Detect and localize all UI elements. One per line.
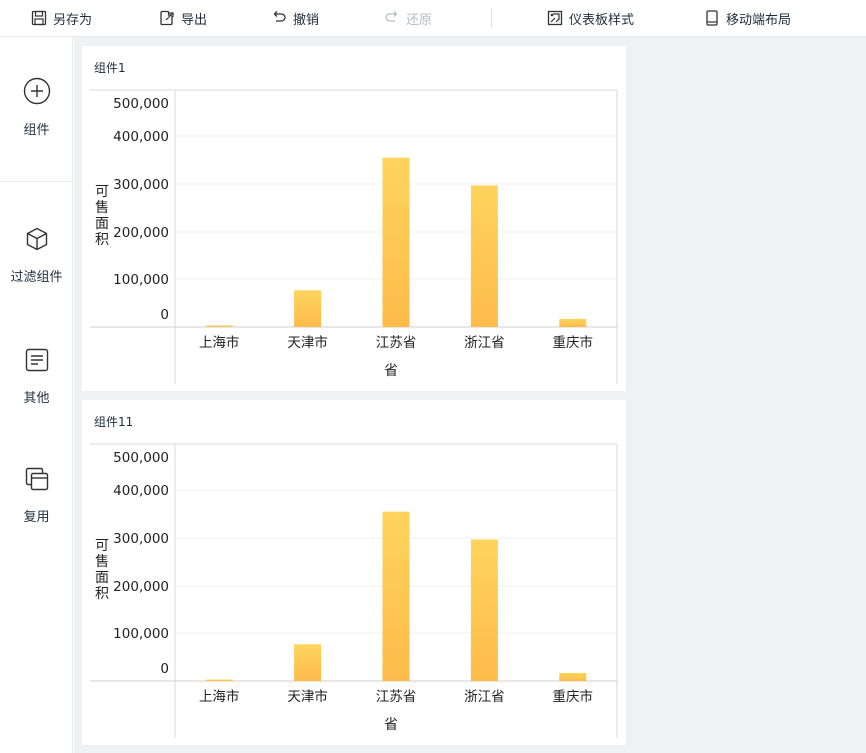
export-icon (160, 10, 174, 26)
undo-icon (273, 11, 286, 22)
y-tick-label: 400,000 (113, 483, 169, 499)
y-tick-label: 200,000 (113, 225, 169, 241)
bar-天津市 (294, 290, 322, 327)
chart-widget[interactable]: 组件11 0 100,000 200,000 300,000 400,000 500,00… (82, 400, 626, 745)
sidebar-item-label: 组件 (23, 123, 50, 138)
component-sidebar: 组件 过滤组件 其他 复用 (0, 37, 73, 753)
bar-浙江省 (470, 539, 498, 681)
bar-江苏省 (382, 157, 410, 327)
redo-icon (385, 11, 398, 22)
save-as-label: 另存为 (53, 12, 93, 28)
x-axis-title: 省 (384, 363, 398, 379)
copy-windows-icon (25, 467, 48, 491)
x-tick-label: 重庆市 (553, 688, 594, 705)
sidebar-item-label: 复用 (23, 510, 50, 525)
y-axis-title: 可售面积 (95, 538, 109, 602)
sidebar-item-label: 其他 (23, 391, 50, 406)
redo-button[interactable]: 还原 (384, 0, 432, 36)
bar-天津市 (294, 644, 322, 681)
y-tick-label: 500,000 (113, 450, 169, 466)
y-axis-title: 可售面积 (95, 184, 109, 248)
bar-浙江省 (470, 185, 498, 327)
sidebar-divider (0, 181, 73, 182)
sidebar-item-reuse[interactable]: 复用 (0, 466, 73, 525)
y-tick-label: 0 (160, 661, 169, 677)
x-tick-label: 上海市 (199, 334, 240, 351)
text-box-icon (25, 348, 48, 372)
y-tick-label: 200,000 (113, 579, 169, 595)
x-tick-label: 浙江省 (464, 335, 505, 351)
x-tick-label: 天津市 (287, 688, 328, 705)
mobile-phone-icon (706, 10, 718, 26)
bar-上海市 (205, 325, 233, 327)
export-label: 导出 (181, 12, 208, 28)
dashboard-canvas: 组件1 0 100,000 200,000 300,000 400,000 500,000… (74, 37, 866, 753)
chart-widget[interactable]: 组件1 0 100,000 200,000 300,000 400,000 500,000… (82, 46, 626, 391)
bar-江苏省 (382, 511, 410, 681)
x-tick-label: 江苏省 (376, 689, 417, 705)
x-tick-label: 浙江省 (464, 689, 505, 705)
cube-icon (26, 227, 47, 251)
export-button[interactable]: 导出 (159, 0, 207, 36)
sidebar-item-filter-components[interactable]: 过滤组件 (0, 226, 73, 285)
undo-label: 撤销 (293, 12, 320, 28)
palette-style-icon (547, 10, 563, 26)
x-tick-label: 重庆市 (553, 334, 594, 351)
sidebar-item-components[interactable]: 组件 (0, 77, 73, 138)
bar-chart: 0 100,000 200,000 300,000 400,000 500,000 可售面积… (90, 443, 618, 738)
mobile-layout-label: 移动端布局 (726, 12, 792, 28)
y-tick-label: 500,000 (113, 96, 169, 112)
undo-button[interactable]: 撤销 (271, 0, 319, 36)
bar-重庆市 (559, 672, 587, 681)
x-tick-label: 天津市 (287, 334, 328, 351)
y-tick-label: 0 (160, 307, 169, 323)
mobile-layout-button[interactable]: 移动端布局 (704, 0, 791, 36)
dashboard-style-label: 仪表板样式 (569, 12, 635, 28)
y-tick-label: 100,000 (113, 272, 169, 288)
save-as-button[interactable]: 另存为 (31, 0, 92, 36)
toolbar-divider (491, 8, 492, 28)
dashboard-style-button[interactable]: 仪表板样式 (547, 0, 634, 36)
x-tick-label: 上海市 (199, 688, 240, 705)
bar-上海市 (205, 679, 233, 681)
y-tick-label: 400,000 (113, 129, 169, 145)
plus-circle-icon (23, 77, 50, 105)
y-tick-label: 300,000 (113, 177, 169, 193)
bar-重庆市 (559, 318, 587, 327)
floppy-disk-icon (31, 10, 47, 26)
y-tick-label: 100,000 (113, 626, 169, 642)
toolbar: 另存为 导出 撤销 还原 仪表板样式 移动端布局 (0, 0, 866, 37)
x-axis-title: 省 (384, 717, 398, 733)
bar-chart: 0 100,000 200,000 300,000 400,000 500,000 可售面积… (90, 89, 618, 384)
y-tick-label: 300,000 (113, 531, 169, 547)
redo-label: 还原 (406, 12, 433, 28)
sidebar-item-other[interactable]: 其他 (0, 347, 73, 406)
x-tick-label: 江苏省 (376, 335, 417, 351)
sidebar-item-label: 过滤组件 (10, 270, 63, 285)
